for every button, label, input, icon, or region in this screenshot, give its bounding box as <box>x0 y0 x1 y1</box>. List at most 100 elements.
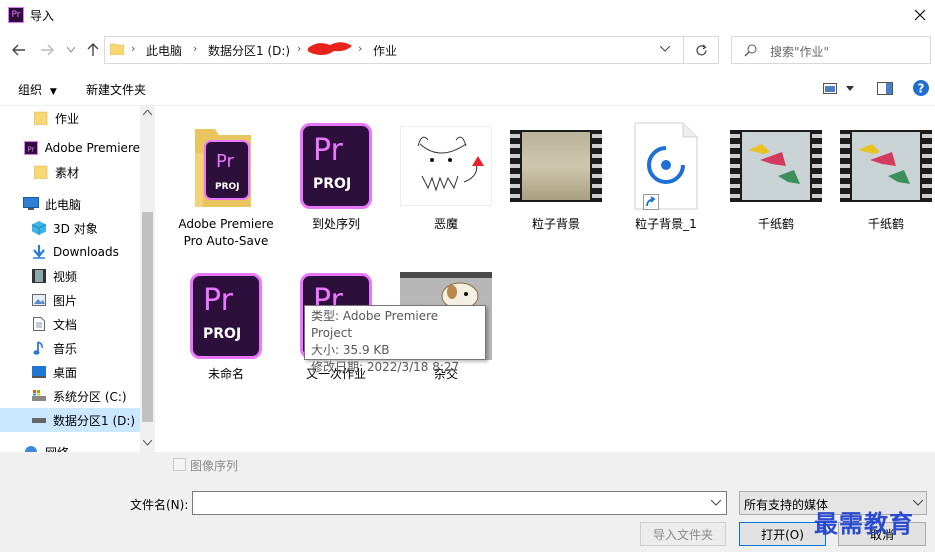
address-history-dropdown[interactable] <box>660 46 670 52</box>
chevron-right-icon: › <box>131 42 136 55</box>
filename-history-dropdown[interactable] <box>711 500 721 506</box>
folder-icon <box>33 110 49 126</box>
tooltip-size: 大小: 35.9 KB <box>311 343 390 357</box>
sidebar-item-label: 作业 <box>55 111 80 126</box>
file-name: 恶魔 <box>433 217 458 231</box>
file-name: 粒子背景 <box>531 217 580 231</box>
music-icon <box>31 340 47 356</box>
breadcrumb-drive-d[interactable]: 数据分区1 (D:) <box>208 42 290 59</box>
view-mode-button[interactable] <box>823 83 837 94</box>
scroll-up-icon[interactable] <box>143 110 152 116</box>
sidebar-item-label: 图片 <box>53 293 78 308</box>
filter-dropdown[interactable] <box>913 500 923 506</box>
breadcrumb-current[interactable]: 作业 <box>373 42 397 59</box>
preview-pane-icon <box>877 82 893 95</box>
filename-input[interactable] <box>192 491 727 515</box>
open-button[interactable]: 打开(O) <box>739 522 826 546</box>
organize-label: 组织 <box>18 83 43 97</box>
sidebar-item-videos[interactable]: 视频 <box>0 264 140 288</box>
tooltip-date: 修改日期: 2022/3/18 8:27 <box>311 360 460 374</box>
sidebar-item-label: 文档 <box>53 317 78 332</box>
file-item[interactable]: 千纸鹤 <box>721 118 831 233</box>
svg-text:Pr: Pr <box>27 146 34 154</box>
prproj-icon: Pr PROJ <box>190 273 262 359</box>
help-button[interactable]: ? <box>913 80 929 96</box>
pr-icon-proj: PROJ <box>313 176 352 192</box>
preview-pane-button[interactable] <box>877 82 893 95</box>
new-folder-button[interactable]: 新建文件夹 <box>86 81 146 98</box>
sidebar-item-drive-c[interactable]: 系统分区 (C:) <box>0 384 140 408</box>
folder-icon <box>33 164 49 180</box>
file-item[interactable]: 粒子背景 <box>501 118 611 233</box>
sidebar-item-downloads[interactable]: Downloads <box>0 240 140 264</box>
sidebar-item-music[interactable]: 音乐 <box>0 336 140 360</box>
sidebar-item-pictures[interactable]: 图片 <box>0 288 140 312</box>
chevron-right-icon: › <box>297 42 302 55</box>
picture-icon <box>31 292 47 308</box>
premiere-icon: Pr <box>23 140 39 156</box>
sidebar-item-documents[interactable]: 文档 <box>0 312 140 336</box>
video-thumbnail <box>730 130 822 202</box>
chevron-right-icon: › <box>193 42 198 55</box>
import-folder-button[interactable]: 导入文件夹 <box>640 522 726 546</box>
desktop-icon <box>31 364 47 380</box>
sidebar-scroll-thumb[interactable] <box>142 212 153 422</box>
sidebar-item-network[interactable]: 网络 <box>0 440 140 452</box>
svg-text:?: ? <box>918 82 925 96</box>
organize-menu[interactable]: 组织 ▼ <box>18 81 57 98</box>
file-item[interactable]: 粒子背景_1 <box>611 118 721 233</box>
sidebar-item-label: 桌面 <box>53 365 78 380</box>
chevron-right-icon: › <box>358 42 363 55</box>
search-placeholder: 搜索"作业" <box>770 45 830 59</box>
pr-icon-letters: Pr <box>313 133 343 168</box>
breadcrumb-this-pc[interactable]: 此电脑 <box>146 42 182 59</box>
file-name: 未命名 <box>207 367 244 381</box>
file-item[interactable]: 千纸鹤 <box>831 118 935 233</box>
recent-dropdown[interactable] <box>60 39 82 61</box>
pr-icon-proj: PROJ <box>203 326 242 342</box>
chevron-down-icon <box>67 47 75 53</box>
media-file-icon <box>618 118 714 214</box>
sidebar-item-material[interactable]: 素材 <box>0 160 140 184</box>
back-button[interactable] <box>8 39 30 61</box>
sidebar-item-label: 网络 <box>45 444 69 453</box>
sidebar-item-desktop[interactable]: 桌面 <box>0 360 140 384</box>
sidebar-item-this-pc[interactable]: 此电脑 <box>0 192 140 216</box>
refresh-button[interactable] <box>684 36 719 64</box>
close-button[interactable] <box>905 0 935 30</box>
scroll-down-icon[interactable] <box>143 440 152 446</box>
watermark: 最需教育 <box>814 509 914 538</box>
sidebar-item-label: 此电脑 <box>45 197 82 212</box>
computer-icon <box>23 196 39 212</box>
sidebar-item-label: Adobe Premiere <box>44 141 140 155</box>
file-name: 粒子背景_1 <box>635 217 697 231</box>
folder-icon <box>110 42 124 55</box>
up-button[interactable] <box>82 39 104 61</box>
download-icon <box>31 244 47 260</box>
app-icon: Pr <box>8 7 24 23</box>
file-item[interactable]: Pr PROJ 未命名 <box>171 268 281 383</box>
sidebar-item-3d-objects[interactable]: 3D 对象 <box>0 216 140 240</box>
help-icon: ? <box>913 80 929 96</box>
file-name: 千纸鹤 <box>867 217 904 231</box>
view-dropdown[interactable] <box>846 86 854 91</box>
title-bar: Pr 导入 <box>0 0 935 30</box>
forward-button[interactable] <box>36 39 58 61</box>
caret-down-icon: ▼ <box>49 87 57 97</box>
image-sequence-checkbox[interactable] <box>173 458 186 471</box>
file-tooltip: 类型: Adobe Premiere Project 大小: 35.9 KB 修… <box>304 305 486 374</box>
pr-folder-icon: Pr PROJ <box>178 118 274 214</box>
file-name: 千纸鹤 <box>757 217 794 231</box>
search-input[interactable]: 搜索"作业" <box>731 36 931 64</box>
file-item[interactable]: Pr PROJ Adobe Premiere Pro Auto-Save <box>171 118 281 250</box>
file-item[interactable]: Pr PROJ 到处序列 <box>281 118 391 233</box>
sidebar-item-label: 系统分区 (C:) <box>53 389 127 404</box>
chevron-down-icon <box>913 500 923 506</box>
sidebar-item-homework[interactable]: 作业 <box>0 106 140 130</box>
sidebar-item-adobe-premiere[interactable]: Pr Adobe Premiere <box>0 136 140 160</box>
file-item[interactable]: 恶魔 <box>391 118 501 233</box>
refresh-icon <box>695 44 707 55</box>
sidebar-item-drive-d[interactable]: 数据分区1 (D:) <box>0 408 140 432</box>
devil-image-thumbnail <box>398 118 494 214</box>
shortcut-arrow-icon <box>643 194 659 210</box>
